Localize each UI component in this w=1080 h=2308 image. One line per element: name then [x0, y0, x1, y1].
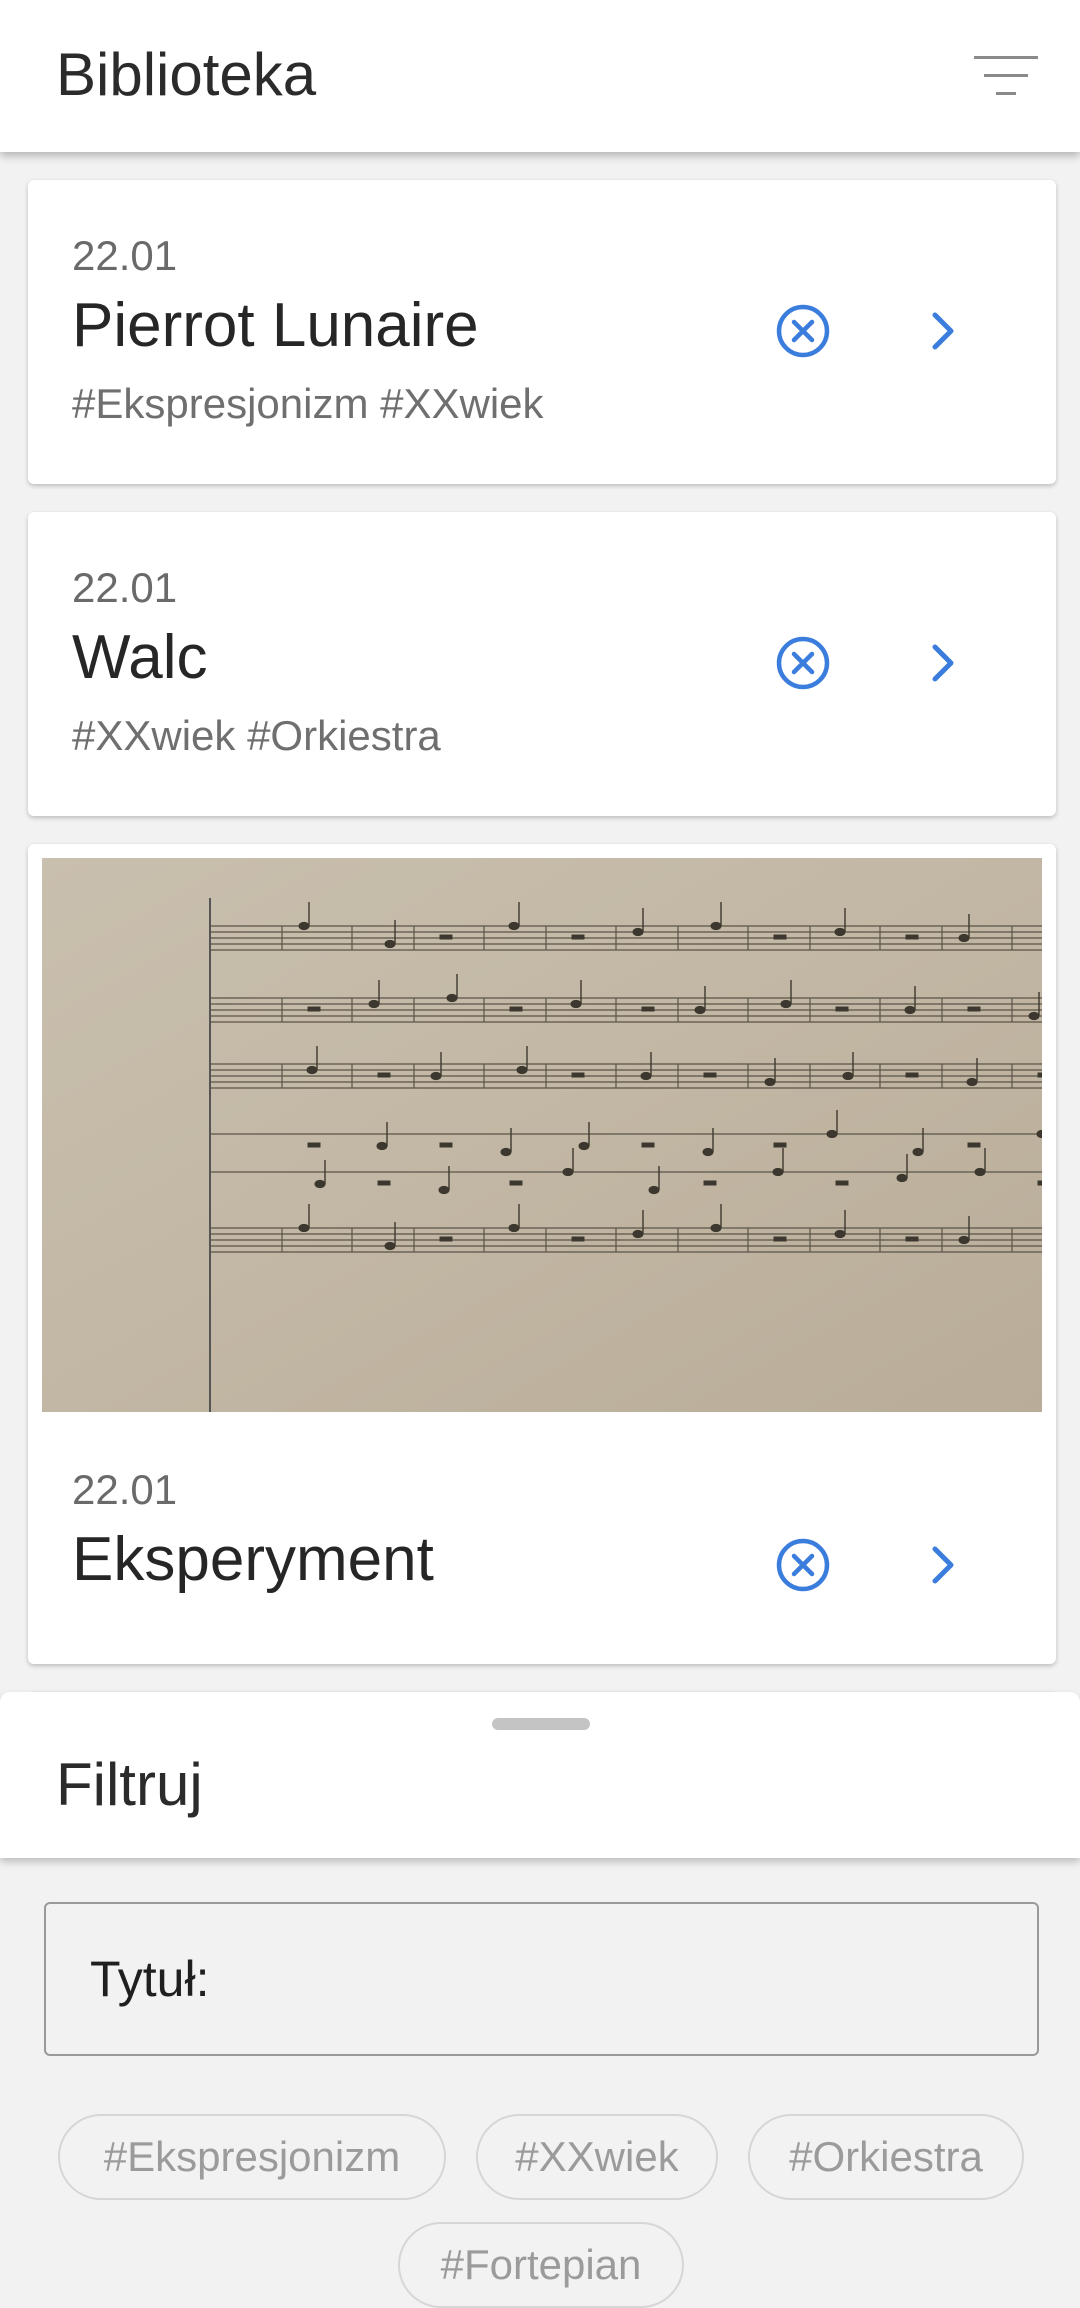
- remove-circle-icon: [776, 304, 830, 358]
- library-card[interactable]: 22.01 Pierrot Lunaire #Ekspresjonizm #XX…: [28, 180, 1056, 484]
- card-title: Walc: [72, 623, 208, 692]
- filter-list-icon: [974, 56, 1038, 95]
- chevron-right-icon: [932, 312, 954, 350]
- tag-chip[interactable]: #Orkiestra: [748, 2114, 1024, 2200]
- drag-handle[interactable]: [492, 1718, 590, 1730]
- remove-circle-icon: [776, 636, 830, 690]
- tag-chip[interactable]: #Ekspresjonizm: [58, 2114, 446, 2200]
- tag-chip[interactable]: #Fortepian: [398, 2222, 684, 2308]
- card-tags: #XXwiek #Orkiestra: [72, 712, 441, 759]
- page-title: Biblioteka: [56, 41, 317, 108]
- filter-sheet: Filtruj Tytuł: #Ekspresjonizm #XXwiek #O…: [0, 1692, 1080, 2308]
- open-button[interactable]: [908, 296, 978, 366]
- remove-circle-icon: [776, 1538, 830, 1592]
- chevron-right-icon: [932, 644, 954, 682]
- remove-button[interactable]: [768, 1530, 838, 1600]
- title-filter-input[interactable]: [226, 1934, 1006, 2024]
- sheet-music-score: [42, 858, 1042, 1412]
- filter-button[interactable]: [966, 50, 1046, 102]
- chevron-right-icon: [932, 1546, 954, 1584]
- tag-chip[interactable]: #XXwiek: [476, 2114, 718, 2200]
- sheet-music-image: [42, 858, 1042, 1412]
- remove-button[interactable]: [768, 628, 838, 698]
- filter-title: Filtruj: [56, 1751, 203, 1818]
- card-title: Eksperyment: [72, 1525, 434, 1594]
- remove-button[interactable]: [768, 296, 838, 366]
- card-date: 22.01: [72, 1466, 178, 1513]
- app-bar: Biblioteka: [0, 0, 1080, 152]
- library-card[interactable]: 22.01 Walc #XXwiek #Orkiestra: [28, 512, 1056, 816]
- card-date: 22.01: [72, 564, 178, 611]
- card-tags: #Ekspresjonizm #XXwiek: [72, 380, 544, 427]
- card-title: Pierrot Lunaire: [72, 291, 479, 360]
- title-filter-field[interactable]: Tytuł:: [44, 1902, 1039, 2056]
- card-date: 22.01: [72, 232, 178, 279]
- open-button[interactable]: [908, 628, 978, 698]
- title-filter-label: Tytuł:: [90, 1951, 210, 2007]
- filter-sheet-header[interactable]: Filtruj: [0, 1692, 1080, 1858]
- library-card[interactable]: 22.01 Eksperyment: [28, 844, 1056, 1664]
- open-button[interactable]: [908, 1530, 978, 1600]
- library-list[interactable]: 22.01 Pierrot Lunaire #Ekspresjonizm #XX…: [0, 152, 1080, 1692]
